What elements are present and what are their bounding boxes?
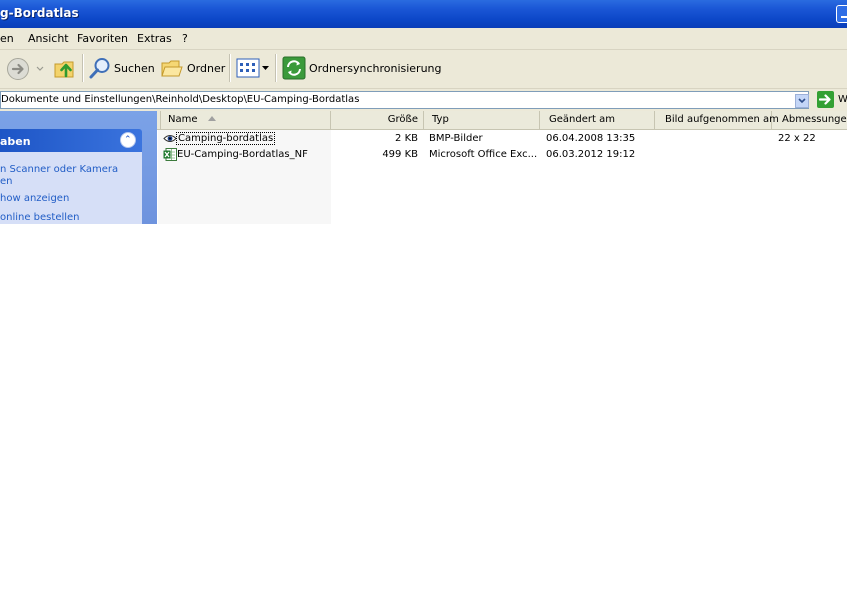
task-pane-body: n Scanner oder Kamera en how anzeigen on…: [0, 152, 142, 224]
file-modified: 06.03.2012 19:12: [546, 149, 636, 160]
folder-up-icon[interactable]: [53, 56, 77, 80]
column-taken[interactable]: Bild aufgenommen am: [655, 111, 779, 129]
toolbar-separator: [82, 54, 84, 82]
task-pane: aben ⌃ n Scanner oder Kamera en how anze…: [0, 111, 157, 224]
file-size: 2 KB: [395, 133, 418, 144]
go-arrow-icon: [819, 94, 831, 105]
column-modified-label: Geändert am: [549, 114, 615, 125]
column-taken-label: Bild aufgenommen am: [665, 114, 779, 125]
file-dimensions: 22 x 22: [778, 133, 816, 144]
excel-file-icon: [163, 148, 177, 161]
address-input[interactable]: Dokumente und Einstellungen\Reinhold\Des…: [0, 91, 809, 109]
task-pane-header[interactable]: aben ⌃: [0, 129, 142, 152]
menu-favorites[interactable]: Favoriten: [77, 32, 128, 45]
column-dimensions[interactable]: Abmessungen: [772, 111, 847, 129]
task-link-slideshow[interactable]: how anzeigen: [0, 193, 69, 204]
column-modified[interactable]: Geändert am: [540, 111, 655, 129]
menu-help[interactable]: ?: [182, 32, 188, 45]
column-size[interactable]: Größe: [331, 111, 424, 129]
chevron-down-icon: [798, 98, 806, 104]
bitmap-image-icon: [163, 135, 177, 142]
file-type: Microsoft Office Exc...: [429, 149, 538, 160]
file-name[interactable]: EU-Camping-Bordatlas_NF: [177, 149, 308, 160]
column-name[interactable]: Name: [161, 111, 331, 129]
toolbar-separator: [275, 54, 277, 82]
search-icon[interactable]: [88, 56, 112, 80]
column-type-label: Typ: [432, 114, 449, 125]
menu-file[interactable]: en: [0, 32, 14, 45]
address-path: Dokumente und Einstellungen\Reinhold\Des…: [1, 94, 360, 105]
go-button-label[interactable]: W: [838, 94, 847, 105]
file-size: 499 KB: [382, 149, 418, 160]
file-row[interactable]: EU-Camping-Bordatlas_NF 499 KB Microsoft…: [158, 147, 847, 163]
column-size-label: Größe: [387, 114, 418, 125]
forward-icon[interactable]: [6, 57, 30, 81]
address-dropdown-button[interactable]: [795, 94, 809, 108]
views-dropdown-icon[interactable]: [262, 66, 269, 71]
task-link-order-online[interactable]: online bestellen: [0, 212, 80, 223]
column-name-label: Name: [168, 114, 198, 125]
column-dimensions-label: Abmessungen: [782, 114, 847, 125]
file-modified: 06.04.2008 13:35: [546, 133, 636, 144]
task-link-scanner-cont[interactable]: en: [0, 176, 13, 187]
forward-dropdown-icon[interactable]: [36, 66, 44, 72]
folders-button-label[interactable]: Ordner: [187, 62, 225, 75]
task-pane-title: aben: [0, 135, 31, 148]
minimize-icon: [841, 16, 847, 18]
folders-icon[interactable]: [160, 57, 184, 79]
address-bar: Dokumente und Einstellungen\Reinhold\Des…: [0, 89, 847, 111]
sort-ascending-icon: [208, 116, 216, 121]
column-header-row: Name Größe Typ Geändert am Bild aufgenom…: [157, 111, 847, 130]
file-row[interactable]: Camping-bordatlas 2 KB BMP-Bilder 06.04.…: [158, 131, 847, 147]
minimize-button[interactable]: [836, 5, 847, 23]
column-type[interactable]: Typ: [424, 111, 540, 129]
toolbar-separator: [229, 54, 231, 82]
collapse-button[interactable]: ⌃: [120, 132, 136, 148]
task-link-scanner[interactable]: n Scanner oder Kamera: [0, 164, 118, 175]
file-name[interactable]: Camping-bordatlas: [176, 132, 276, 145]
go-button[interactable]: [817, 91, 834, 108]
search-button-label[interactable]: Suchen: [114, 62, 155, 75]
chevron-up-double-icon: ⌃: [124, 135, 132, 145]
file-type: BMP-Bilder: [429, 133, 483, 144]
views-icon[interactable]: [236, 58, 260, 78]
toolbar: Suchen Ordner Ordnersynchronisierung: [0, 50, 847, 89]
menu-extras[interactable]: Extras: [137, 32, 172, 45]
folder-sync-label[interactable]: Ordnersynchronisierung: [309, 62, 442, 75]
title-bar: g-Bordatlas: [0, 0, 847, 28]
window-title: g-Bordatlas: [0, 6, 79, 20]
menu-bar: en Ansicht Favoriten Extras ?: [0, 28, 847, 50]
folder-sync-icon[interactable]: [282, 56, 306, 80]
menu-view[interactable]: Ansicht: [28, 32, 69, 45]
